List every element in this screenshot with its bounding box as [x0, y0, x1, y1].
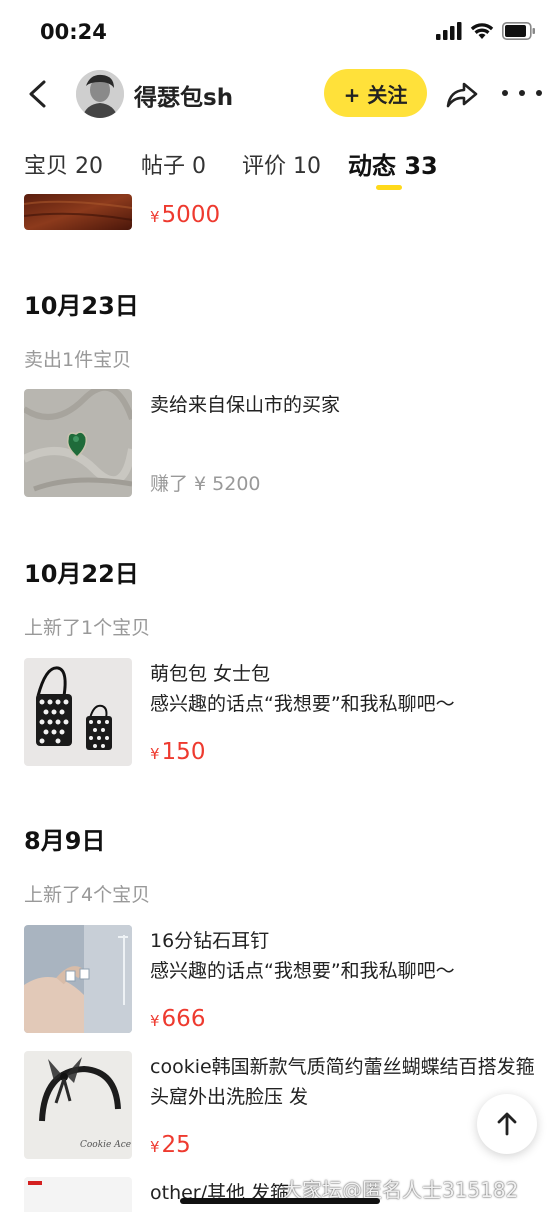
item-description: 感兴趣的话点“我想要”和我私聊吧～: [150, 960, 455, 982]
status-time: 00:24: [40, 20, 107, 44]
status-bar: 00:24: [0, 0, 560, 64]
activity-type: 上新了4个宝贝: [24, 884, 151, 906]
seller-avatar[interactable]: [76, 70, 124, 118]
more-dot-icon: [502, 90, 508, 96]
earned-amount: 赚了 ¥ 5200: [150, 473, 261, 495]
item-thumbnail[interactable]: [24, 389, 132, 497]
item-thumbnail[interactable]: Cookie Ace: [24, 1051, 132, 1159]
share-icon: [446, 82, 478, 108]
home-indicator: [180, 1198, 380, 1204]
item-thumbnail[interactable]: [24, 925, 132, 1033]
item-thumbnail[interactable]: [24, 658, 132, 766]
tab-posts[interactable]: 帖子 0: [141, 148, 206, 180]
item-title[interactable]: cookie韩国新款气质简约蕾丝蝴蝶结百搭发箍头窟外出洗脸压 发: [150, 1052, 540, 1112]
thumbnail-caption: Cookie Ace: [80, 1140, 131, 1150]
item-price: ¥25: [150, 1132, 191, 1158]
scroll-to-top-button[interactable]: [477, 1094, 537, 1154]
item-title[interactable]: 萌包包 女士包: [150, 659, 540, 689]
profile-tabs: 宝贝 20 帖子 0 评价 10 动态 33: [0, 134, 560, 194]
item-thumbnail[interactable]: [24, 194, 132, 230]
item-title[interactable]: 16分钻石耳钉: [150, 926, 540, 956]
date-heading: 10月22日: [24, 560, 139, 588]
tab-reviews[interactable]: 评价 10: [242, 148, 321, 180]
date-heading: 8月9日: [24, 827, 106, 855]
more-dot-icon: [519, 90, 525, 96]
more-button[interactable]: [502, 78, 542, 108]
chevron-left-icon: [29, 80, 46, 108]
item-price: ¥5000: [150, 202, 221, 228]
more-dot-icon: [536, 90, 542, 96]
wifi-icon: [470, 23, 494, 39]
follow-button[interactable]: + 关注: [324, 69, 427, 117]
date-heading: 10月23日: [24, 292, 139, 320]
item-price: ¥150: [150, 739, 206, 765]
arrow-up-icon: [497, 1112, 517, 1136]
tab-items[interactable]: 宝贝 20: [24, 148, 103, 180]
status-icons: [436, 22, 536, 40]
item-thumbnail[interactable]: [24, 1177, 132, 1212]
active-tab-indicator: [376, 185, 402, 190]
activity-type: 卖出1件宝贝: [24, 349, 132, 371]
item-title[interactable]: 卖给来自保山市的买家: [150, 390, 540, 420]
profile-header: 得瑟包sh + 关注: [0, 64, 560, 126]
signal-icon: [436, 22, 462, 40]
battery-icon: [502, 22, 535, 40]
share-button[interactable]: [444, 76, 480, 112]
seller-name[interactable]: 得瑟包sh: [134, 78, 233, 112]
back-button[interactable]: [20, 76, 56, 112]
item-price: ¥666: [150, 1006, 206, 1032]
tab-activity[interactable]: 动态 33: [348, 146, 438, 181]
item-description: 感兴趣的话点“我想要”和我私聊吧～: [150, 693, 455, 715]
activity-feed[interactable]: ¥5000 10月23日 卖出1件宝贝 卖给来自保山市的买家 赚了 ¥ 5200…: [0, 194, 560, 1212]
activity-type: 上新了1个宝贝: [24, 617, 151, 639]
